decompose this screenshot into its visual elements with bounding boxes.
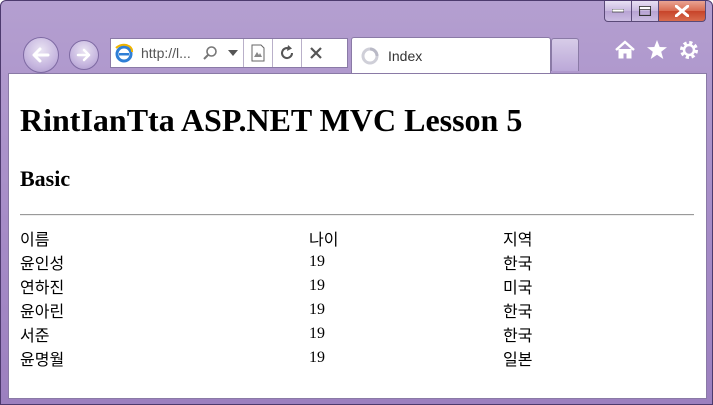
tab-index[interactable]: Index — [351, 37, 551, 74]
address-bar[interactable]: http://l... — [110, 38, 348, 68]
browser-window: http://l... Index RintIanTta ASP.NET MVC… — [0, 0, 713, 405]
maximize-button[interactable] — [632, 1, 659, 22]
search-icon[interactable] — [197, 39, 223, 67]
back-button[interactable] — [23, 37, 59, 73]
cell-name: 윤아린 — [20, 302, 65, 321]
page-content: RintIanTta ASP.NET MVC Lesson 5 Basic 이름… — [8, 73, 707, 399]
new-tab-button[interactable] — [551, 38, 579, 71]
window-controls — [604, 1, 706, 23]
cell-name: 윤인성 — [20, 254, 65, 273]
home-icon[interactable] — [614, 39, 636, 61]
tab-label: Index — [388, 48, 423, 64]
address-text[interactable]: http://l... — [141, 45, 197, 61]
cell-region: 한국 — [503, 302, 533, 321]
stop-icon — [310, 47, 322, 59]
favorites-star-icon[interactable] — [646, 39, 668, 61]
page-subtitle: Basic — [20, 166, 71, 191]
settings-gear-icon[interactable] — [678, 39, 700, 61]
cell-age: 19 — [309, 277, 325, 294]
page-title: RintIanTta ASP.NET MVC Lesson 5 — [20, 102, 523, 138]
forward-button[interactable] — [69, 40, 99, 70]
cell-region: 일본 — [503, 350, 533, 369]
cell-name: 연하진 — [20, 278, 65, 297]
maximize-icon — [639, 6, 651, 16]
cell-name: 윤명월 — [20, 350, 65, 369]
cell-name: 서준 — [20, 326, 50, 345]
back-arrow-icon — [32, 47, 50, 63]
forward-arrow-icon — [76, 48, 91, 62]
minimize-button[interactable] — [604, 1, 632, 22]
ie-logo-icon — [111, 39, 137, 67]
close-button[interactable] — [659, 1, 706, 22]
divider — [20, 214, 694, 216]
table-row: 연하진 19 미국 — [20, 274, 694, 298]
header-name: 이름 — [20, 230, 50, 249]
people-table: 이름 나이 지역 윤인성 19 한국 연하진 19 미국 윤아린 19 한국 서… — [20, 226, 694, 370]
cell-region: 한국 — [503, 254, 533, 273]
command-icons — [614, 39, 700, 61]
minimize-icon — [612, 9, 624, 13]
refresh-button[interactable] — [272, 39, 301, 67]
table-header-row: 이름 나이 지역 — [20, 226, 694, 250]
stop-button[interactable] — [301, 39, 330, 67]
cell-region: 한국 — [503, 326, 533, 345]
table-row: 윤아린 19 한국 — [20, 298, 694, 322]
dropdown-arrow-icon[interactable] — [223, 39, 243, 67]
compatibility-view-icon — [251, 44, 265, 62]
refresh-icon — [281, 45, 294, 60]
cell-age: 19 — [309, 325, 325, 342]
close-icon — [675, 5, 689, 17]
loading-spinner-icon — [360, 46, 380, 66]
browser-toolbar: http://l... Index — [1, 29, 712, 74]
compatibility-view-button[interactable] — [243, 39, 272, 67]
table-row: 윤인성 19 한국 — [20, 250, 694, 274]
header-region: 지역 — [503, 230, 533, 249]
cell-age: 19 — [309, 301, 325, 318]
cell-age: 19 — [309, 349, 325, 366]
header-age: 나이 — [309, 230, 339, 249]
table-row: 서준 19 한국 — [20, 322, 694, 346]
cell-region: 미국 — [503, 278, 533, 297]
table-row: 윤명월 19 일본 — [20, 346, 694, 370]
cell-age: 19 — [309, 253, 325, 270]
